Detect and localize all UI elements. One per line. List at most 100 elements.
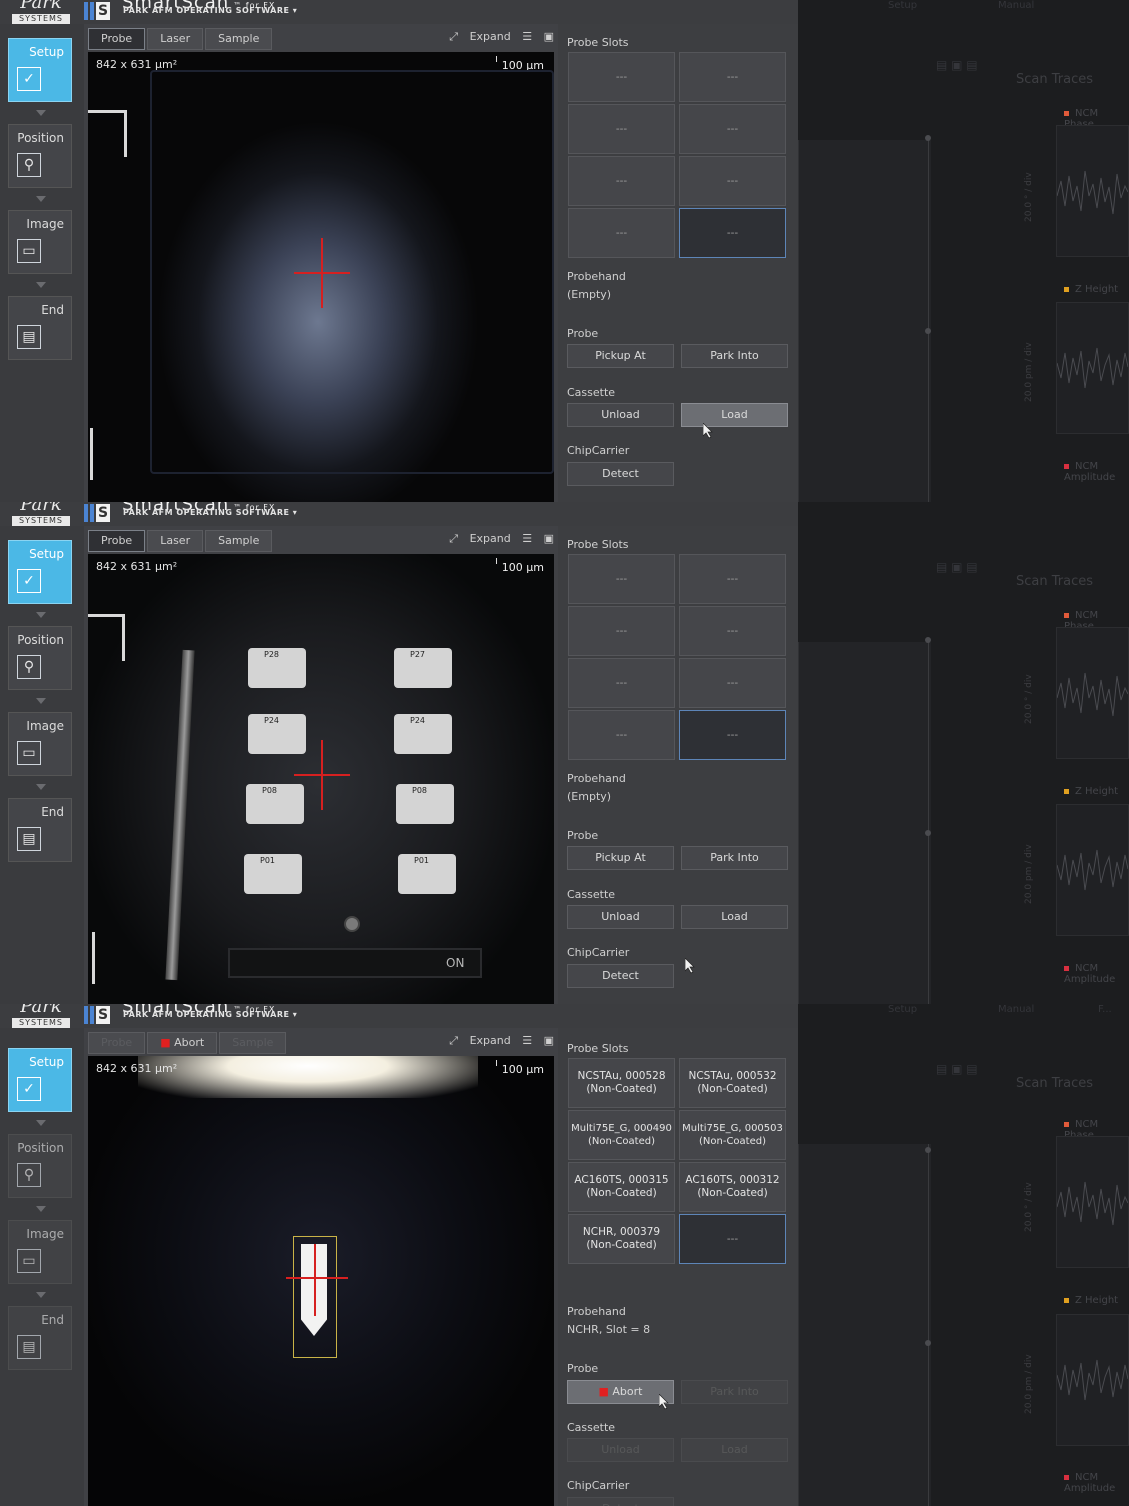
panel-icon[interactable]: ▣	[544, 532, 554, 545]
park-into-button[interactable]: Park Into	[681, 344, 788, 368]
step-position[interactable]: Position ⚲	[8, 1134, 72, 1198]
product-subtitle-dropdown[interactable]: PARK AFM OPERATING SOFTWARE ▾	[123, 508, 297, 517]
probe-slot[interactable]: ---	[568, 208, 675, 258]
camera-tools: ⤢ Expand ☰ ▣	[441, 30, 554, 44]
probe-slot[interactable]: ---	[568, 554, 675, 604]
step-setup[interactable]: Setup ✓	[8, 38, 72, 102]
step-position[interactable]: Position ⚲	[8, 626, 72, 690]
probehand-value: NCHR, Slot = 8	[567, 1323, 651, 1336]
chevron-down-icon	[36, 1206, 46, 1212]
park-into-button[interactable]: Park Into	[681, 846, 788, 870]
probe-slot[interactable]: NCHR, 000379 (Non-Coated)	[568, 1214, 675, 1264]
park-logo: Park SYSTEMS	[12, 502, 70, 526]
list-icon[interactable]: ☰	[522, 532, 532, 545]
bg-legend-height: Z Height	[1064, 284, 1118, 295]
camera-view[interactable]: 842 x 631 μm² 100 μm P28 P27 P24 P24 P08…	[88, 554, 554, 1004]
step-image[interactable]: Image ▭	[8, 712, 72, 776]
camera-tools: ⤢ Expand ☰ ▣	[441, 532, 554, 546]
probe-slot[interactable]: ---	[679, 156, 786, 206]
expand-button[interactable]: ⤢ Expand	[449, 30, 510, 43]
expand-button[interactable]: ⤢ Expand	[449, 1034, 510, 1047]
probehand-label: Probehand	[567, 270, 626, 283]
probe-slot[interactable]: ---	[679, 104, 786, 154]
step-setup[interactable]: Setup ✓	[8, 540, 72, 604]
probe-slot[interactable]: ---	[568, 658, 675, 708]
abort-tab-button[interactable]: ■ Abort	[147, 1032, 218, 1054]
unload-button[interactable]: Unload	[567, 905, 674, 929]
step-end[interactable]: End ▤	[8, 1306, 72, 1370]
step-end[interactable]: End ▤	[8, 798, 72, 862]
probe-slot[interactable]: ---	[568, 710, 675, 760]
cassette-label: Cassette	[567, 386, 616, 399]
tab-probe[interactable]: Probe	[88, 1032, 146, 1054]
probe-slot[interactable]: AC160TS, 000312 (Non-Coated)	[679, 1162, 786, 1212]
detect-button[interactable]: Detect	[567, 462, 674, 486]
smartscan-logo-icon: S	[84, 2, 114, 22]
tab-laser[interactable]: Laser	[147, 28, 204, 50]
probe-slot[interactable]: ---	[568, 606, 675, 656]
tab-sample[interactable]: Sample	[219, 1032, 287, 1054]
list-icon[interactable]: ☰	[522, 30, 532, 43]
probe-control-panel: Probe Slots --- --- --- --- --- --- --- …	[558, 526, 798, 1004]
probe-slot[interactable]: ---	[568, 104, 675, 154]
camera-tabs: Probe ■ Abort Sample	[88, 1032, 288, 1054]
stage-plate	[150, 70, 554, 474]
camera-view[interactable]: 842 x 631 μm² 100 μm	[88, 52, 554, 502]
camera-panel: Probe Laser Sample ⤢ Expand ☰ ▣ 842 x 63…	[84, 24, 558, 502]
probe-slot[interactable]: Multi75E_G, 000490 (Non-Coated)	[568, 1110, 675, 1160]
step-end[interactable]: End ▤	[8, 296, 72, 360]
bg-plot	[798, 1144, 931, 1506]
unload-button[interactable]: Unload	[567, 1438, 674, 1462]
image-scan-icon: ▭	[17, 239, 41, 263]
probe-slot[interactable]: Multi75E_G, 000503 (Non-Coated)	[679, 1110, 786, 1160]
bg-trace-phase	[1056, 1136, 1129, 1268]
mouse-cursor-icon	[684, 957, 697, 978]
probe-slot[interactable]: ---	[679, 606, 786, 656]
pickup-at-button[interactable]: Pickup At	[567, 846, 674, 870]
pickup-at-button[interactable]: Pickup At	[567, 344, 674, 368]
step-image[interactable]: Image ▭	[8, 210, 72, 274]
probe-slot-selected[interactable]: ---	[679, 1214, 786, 1264]
probe-slot[interactable]: NCSTAu, 000528 (Non-Coated)	[568, 1058, 675, 1108]
probe-slot[interactable]: ---	[568, 156, 675, 206]
probe-chip-sticker: P01	[244, 854, 302, 894]
camera-view[interactable]: 842 x 631 μm² 100 μm	[88, 1056, 554, 1506]
park-logo: Park SYSTEMS	[12, 0, 70, 24]
tab-probe[interactable]: Probe	[88, 530, 146, 552]
probe-label: Probe	[567, 327, 599, 340]
probe-slot[interactable]: ---	[568, 52, 675, 102]
step-position[interactable]: Position ⚲	[8, 124, 72, 188]
list-icon[interactable]: ☰	[522, 1034, 532, 1047]
panel-icon[interactable]: ▣	[544, 30, 554, 43]
probe-slot[interactable]: ---	[679, 52, 786, 102]
tab-probe[interactable]: Probe	[88, 28, 146, 50]
tab-laser[interactable]: Laser	[147, 530, 204, 552]
load-button[interactable]: Load	[681, 1438, 788, 1462]
step-image[interactable]: Image ▭	[8, 1220, 72, 1284]
load-button[interactable]: Load	[681, 403, 788, 427]
probe-slot[interactable]: ---	[679, 554, 786, 604]
abort-button[interactable]: ■ Abort	[567, 1380, 674, 1404]
frame-edge	[90, 428, 93, 480]
park-into-button[interactable]: Park Into	[681, 1380, 788, 1404]
probe-slot-selected[interactable]: ---	[679, 710, 786, 760]
load-button[interactable]: Load	[681, 905, 788, 929]
step-setup[interactable]: Setup ✓	[8, 1048, 72, 1112]
screen-frame-2: ▤ ▣ ▤ Scan Traces NCM Phase Z Height NCM…	[0, 502, 1129, 1004]
expand-button[interactable]: ⤢ Expand	[449, 532, 510, 545]
bg-menu-manual: Manual	[998, 1004, 1035, 1015]
unload-button[interactable]: Unload	[567, 403, 674, 427]
tab-sample[interactable]: Sample	[205, 530, 273, 552]
detect-button[interactable]: Detect	[567, 1497, 674, 1506]
detect-button[interactable]: Detect	[567, 964, 674, 988]
probe-slot[interactable]: ---	[679, 658, 786, 708]
probe-chip-sticker: P08	[396, 784, 454, 824]
probe-slot-selected[interactable]: ---	[679, 208, 786, 258]
panel-icon[interactable]: ▣	[544, 1034, 554, 1047]
tab-sample[interactable]: Sample	[205, 28, 273, 50]
product-subtitle-dropdown[interactable]: PARK AFM OPERATING SOFTWARE ▾	[123, 1010, 297, 1019]
camera-panel: Probe Laser Sample ⤢ Expand ☰ ▣ 842 x 63…	[84, 526, 558, 1004]
product-subtitle-dropdown[interactable]: PARK AFM OPERATING SOFTWARE ▾	[123, 6, 297, 15]
probe-slot[interactable]: NCSTAu, 000532 (Non-Coated)	[679, 1058, 786, 1108]
probe-slot[interactable]: AC160TS, 000315 (Non-Coated)	[568, 1162, 675, 1212]
